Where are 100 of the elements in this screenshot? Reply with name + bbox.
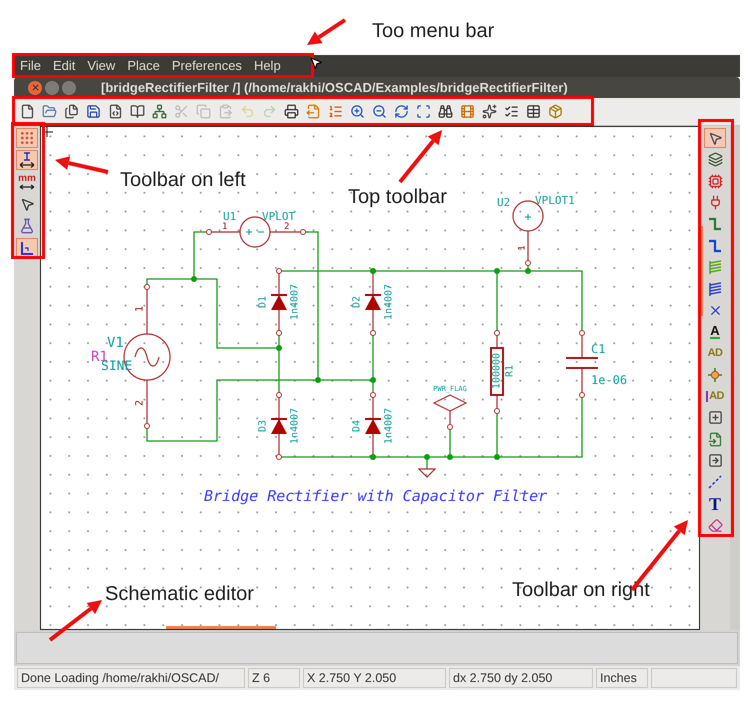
flask-icon (19, 218, 35, 234)
list-checks-icon (504, 104, 519, 119)
pin-number: 2 (134, 400, 146, 406)
book-icon (130, 104, 145, 119)
film-icon (460, 104, 475, 119)
toolbar-button[interactable] (480, 102, 499, 122)
component-label: 1n4007 (384, 408, 395, 444)
pin-end (579, 392, 585, 398)
menu-item[interactable]: Edit (52, 56, 76, 76)
mouse-pointer-icon (309, 56, 323, 70)
inch-units-icon (18, 151, 36, 169)
status-field: Done Loading /home/rakhi/OSCAD/ (17, 668, 245, 688)
pointer-icon (20, 196, 34, 212)
junction-dot (494, 454, 500, 460)
printer-icon (284, 104, 299, 119)
pin-end (579, 330, 585, 336)
component-label: 1n4007 (290, 408, 301, 444)
component-label: V1 (107, 335, 124, 351)
pin-end (494, 330, 500, 336)
eraser-icon (708, 518, 722, 532)
pin-end (276, 330, 282, 336)
pin-number: 2 (284, 222, 290, 232)
component-label: U1 (223, 210, 236, 223)
package-icon (548, 104, 563, 119)
arrow (307, 18, 346, 45)
status-field: dx 2.750 dy 2.050 (449, 668, 593, 688)
table-icon (526, 104, 541, 119)
status-field: Z 6 (248, 668, 300, 688)
menu-item[interactable]: Place (127, 56, 160, 76)
toolbar-button[interactable] (282, 102, 301, 122)
file-output-icon (306, 104, 321, 119)
pin-end (370, 330, 376, 336)
component-label: R1 (504, 364, 516, 378)
component-label: 100000 (492, 352, 503, 390)
menu-item[interactable]: View (87, 56, 116, 76)
pin-end (447, 424, 453, 430)
refresh-icon (394, 104, 409, 119)
pin-end (144, 423, 150, 429)
scan-icon (416, 104, 431, 119)
folder-icon (42, 104, 57, 119)
scrollbar-thumb[interactable] (700, 226, 703, 316)
toolbar-button[interactable] (16, 150, 38, 170)
menu-item[interactable]: File (20, 56, 41, 76)
annotation-label: Too menu bar (372, 19, 494, 44)
component-label: 1n4007 (384, 284, 395, 320)
copy-icon (196, 104, 211, 119)
diode-symbol (271, 397, 287, 455)
status-field: Inches (596, 668, 648, 688)
zoom-out-icon (372, 104, 387, 119)
pin-end (276, 268, 282, 274)
annotation-label: Top toolbar (348, 185, 447, 210)
junction-dot (370, 454, 376, 460)
undo-icon (240, 104, 255, 119)
zoom-in-icon (350, 104, 365, 119)
component-label: 1e-06 (591, 373, 628, 387)
pin-end (494, 408, 500, 414)
menu-item[interactable]: Help (254, 56, 281, 76)
toolbar-button[interactable]: T (704, 494, 726, 514)
pin-end (525, 260, 531, 266)
junction-dot (447, 454, 453, 460)
wire-icon (707, 216, 723, 232)
sheet-pin-icon (708, 453, 722, 468)
component-label: U2 (497, 196, 510, 209)
toolbar-button[interactable] (16, 238, 38, 258)
diode-symbol (271, 273, 287, 331)
grid-icon (19, 130, 35, 146)
layers-icon (708, 152, 722, 167)
sparkles-icon (482, 104, 497, 119)
toolbar-button[interactable] (150, 102, 169, 122)
files-icon (64, 104, 79, 119)
component-label: D1 (258, 296, 269, 308)
toolbar-button[interactable] (704, 128, 726, 148)
scrollbar-thumb[interactable] (166, 626, 276, 629)
close-button[interactable] (28, 80, 42, 94)
menu-item[interactable]: Preferences (172, 56, 242, 76)
junction-dot (525, 268, 531, 274)
file-icon (20, 104, 35, 119)
pin-end (144, 284, 150, 290)
junction-dot (494, 268, 500, 274)
wire-entry-icon (707, 259, 723, 275)
diode-symbol (365, 397, 381, 455)
toolbar-button[interactable]: A (704, 322, 726, 342)
pin-number: 1 (222, 222, 228, 232)
component-label: D3 (258, 420, 269, 432)
close-icon (30, 83, 40, 92)
status-field: X 2.750 Y 2.050 (303, 668, 446, 688)
pin-number: 1 (134, 306, 146, 312)
scissors-icon (174, 104, 189, 119)
pointer-icon (708, 130, 722, 146)
component-label: D4 (352, 420, 363, 432)
junction-dot (424, 454, 430, 460)
schematic-title: Bridge Rectifier with Capacitor Filter (204, 487, 548, 505)
pin-end (300, 229, 306, 235)
glyph-icon: AD (708, 348, 722, 358)
arrow (55, 156, 108, 174)
network-icon (152, 104, 167, 119)
save-icon (86, 104, 101, 119)
pin-number: 1 (517, 245, 528, 251)
glyph-icon: T (708, 494, 721, 512)
sheet-icon (708, 410, 722, 425)
